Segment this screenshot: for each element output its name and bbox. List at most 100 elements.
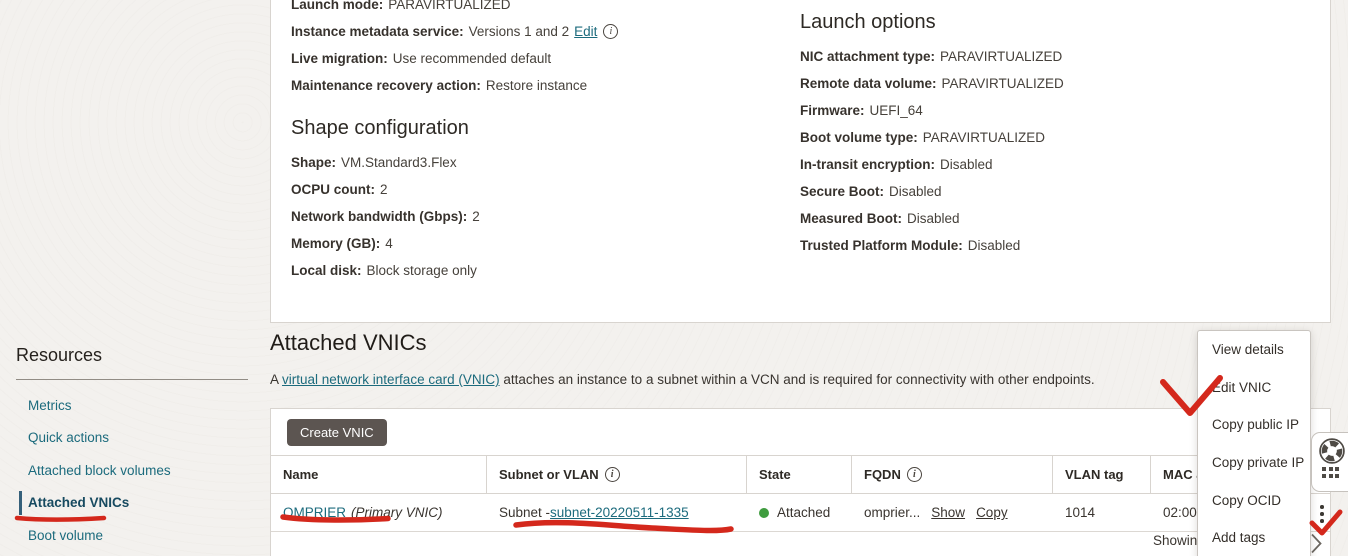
field-value: 4 bbox=[385, 236, 393, 251]
subnet-link[interactable]: subnet-20220511-1335 bbox=[550, 505, 689, 520]
info-icon[interactable] bbox=[907, 467, 922, 482]
vnics-description: A virtual network interface card (VNIC) … bbox=[270, 372, 1095, 387]
edit-metadata-link[interactable]: Edit bbox=[574, 24, 597, 39]
cell-vlan-tag: 1014 bbox=[1053, 505, 1151, 520]
sidebar-item-metrics[interactable]: Metrics bbox=[28, 389, 248, 422]
fqdn-text: omprier... bbox=[864, 505, 920, 520]
menu-item-copy-public-ip[interactable]: Copy public IP bbox=[1198, 406, 1310, 444]
primary-vnic-label: (Primary VNIC) bbox=[351, 505, 443, 520]
field-value: Use recommended default bbox=[393, 51, 551, 66]
field-label: OCPU count: bbox=[291, 182, 375, 197]
sidebar-item-label: Attached VNICs bbox=[28, 495, 129, 510]
create-vnic-button[interactable]: Create VNIC bbox=[287, 419, 387, 446]
field-label: Memory (GB): bbox=[291, 236, 380, 251]
menu-item-edit-vnic[interactable]: Edit VNIC bbox=[1198, 369, 1310, 407]
sidebar-item-quick-actions[interactable]: Quick actions bbox=[28, 422, 248, 455]
row-actions-kebab-icon[interactable] bbox=[1318, 503, 1326, 525]
info-icon[interactable] bbox=[605, 467, 620, 482]
vnic-doc-link[interactable]: virtual network interface card (VNIC) bbox=[282, 372, 500, 387]
field-label: Network bandwidth (Gbps): bbox=[291, 209, 467, 224]
show-fqdn-link[interactable]: Show bbox=[931, 505, 965, 520]
column-label: Subnet or VLAN bbox=[499, 467, 599, 482]
field-memory: Memory (GB): 4 bbox=[291, 230, 480, 257]
table-row: OMPRIER (Primary VNIC) Subnet - subnet-2… bbox=[271, 494, 1330, 532]
menu-item-view-details[interactable]: View details bbox=[1198, 331, 1310, 369]
field-label: Shape: bbox=[291, 155, 336, 170]
launch-options-list: NIC attachment type: PARAVIRTUALIZED Rem… bbox=[800, 43, 1064, 259]
vnic-name-link[interactable]: OMPRIER bbox=[283, 505, 346, 520]
sidebar-divider bbox=[16, 379, 248, 380]
instance-details-card: Launch mode: PARAVIRTUALIZED Instance me… bbox=[270, 0, 1331, 323]
field-maintenance-recovery: Maintenance recovery action: Restore ins… bbox=[291, 72, 618, 99]
menu-item-label: View details bbox=[1212, 342, 1284, 357]
field-network-bandwidth: Network bandwidth (Gbps): 2 bbox=[291, 203, 480, 230]
field-label: In-transit encryption: bbox=[800, 157, 935, 172]
chevron-right-icon[interactable] bbox=[1310, 533, 1323, 554]
launch-options-heading: Launch options bbox=[800, 11, 936, 34]
field-label: Live migration: bbox=[291, 51, 388, 66]
field-local-disk: Local disk: Block storage only bbox=[291, 257, 480, 284]
field-label: Secure Boot: bbox=[800, 184, 884, 199]
field-label: NIC attachment type: bbox=[800, 49, 935, 64]
subnet-prefix: Subnet - bbox=[499, 505, 550, 520]
menu-item-copy-ocid[interactable]: Copy OCID bbox=[1198, 481, 1310, 519]
oci-instance-page: Launch mode: PARAVIRTUALIZED Instance me… bbox=[0, 0, 1348, 556]
field-label: Trusted Platform Module: bbox=[800, 238, 963, 253]
field-value: PARAVIRTUALIZED bbox=[940, 49, 1062, 64]
field-secure-boot: Secure Boot: Disabled bbox=[800, 178, 1064, 205]
status-text: Attached bbox=[777, 505, 830, 520]
table-toolbar: Create VNIC bbox=[271, 409, 1330, 455]
field-value: UEFI_64 bbox=[870, 103, 923, 118]
sidebar-nav: Metrics Quick actions Attached block vol… bbox=[16, 389, 248, 552]
field-value: Disabled bbox=[940, 157, 993, 172]
menu-item-label: Edit VNIC bbox=[1212, 380, 1271, 395]
life-buoy-icon[interactable] bbox=[1319, 438, 1345, 464]
vlan-tag-value: 1014 bbox=[1065, 505, 1095, 520]
menu-item-label: Copy OCID bbox=[1212, 493, 1281, 508]
field-trusted-platform-module: Trusted Platform Module: Disabled bbox=[800, 232, 1064, 259]
menu-item-add-tags[interactable]: Add tags bbox=[1198, 519, 1310, 556]
menu-item-label: Copy private IP bbox=[1212, 455, 1304, 470]
field-label: Boot volume type: bbox=[800, 130, 918, 145]
mac-address-value: 02:00: bbox=[1163, 505, 1201, 520]
column-header-name: Name bbox=[271, 456, 487, 493]
field-instance-metadata-service: Instance metadata service: Versions 1 an… bbox=[291, 18, 618, 45]
field-boot-volume-type: Boot volume type: PARAVIRTUALIZED bbox=[800, 124, 1064, 151]
menu-item-label: Add tags bbox=[1212, 530, 1265, 545]
copy-fqdn-link[interactable]: Copy bbox=[976, 505, 1008, 520]
status-dot-icon bbox=[759, 508, 769, 518]
sidebar-item-attached-vnics[interactable]: Attached VNICs bbox=[28, 487, 248, 520]
menu-item-label: Copy public IP bbox=[1212, 417, 1299, 432]
field-label: Measured Boot: bbox=[800, 211, 902, 226]
field-value: Disabled bbox=[889, 184, 942, 199]
field-remote-data-volume: Remote data volume: PARAVIRTUALIZED bbox=[800, 70, 1064, 97]
vnics-table-card: Create VNIC Name Subnet or VLAN State FQ… bbox=[270, 408, 1331, 556]
field-label: Maintenance recovery action: bbox=[291, 78, 481, 93]
general-info-list: Launch mode: PARAVIRTUALIZED Instance me… bbox=[291, 0, 618, 99]
field-value: VM.Standard3.Flex bbox=[341, 155, 457, 170]
field-value: 2 bbox=[380, 182, 388, 197]
help-widget bbox=[1311, 432, 1348, 492]
field-value: Versions 1 and 2 bbox=[469, 24, 570, 39]
field-value: Disabled bbox=[907, 211, 960, 226]
field-label: Local disk: bbox=[291, 263, 362, 278]
field-launch-mode: Launch mode: PARAVIRTUALIZED bbox=[291, 0, 618, 18]
field-value: Block storage only bbox=[367, 263, 477, 278]
field-value: PARAVIRTUALIZED bbox=[923, 130, 1045, 145]
sidebar-item-label: Boot volume bbox=[28, 528, 103, 543]
sidebar-item-boot-volume[interactable]: Boot volume bbox=[28, 519, 248, 552]
info-icon[interactable] bbox=[603, 24, 618, 39]
column-label: State bbox=[759, 467, 791, 482]
field-label: Instance metadata service: bbox=[291, 24, 464, 39]
column-header-vlan-tag: VLAN tag bbox=[1053, 456, 1151, 493]
apps-grid-icon[interactable] bbox=[1322, 467, 1339, 478]
sidebar-item-attached-block-volumes[interactable]: Attached block volumes bbox=[28, 454, 248, 487]
field-in-transit-encryption: In-transit encryption: Disabled bbox=[800, 151, 1064, 178]
menu-item-copy-private-ip[interactable]: Copy private IP bbox=[1198, 444, 1310, 482]
cell-name: OMPRIER (Primary VNIC) bbox=[271, 505, 487, 520]
cell-fqdn: omprier... Show Copy bbox=[852, 505, 1053, 520]
column-header-state: State bbox=[747, 456, 852, 493]
column-label: FQDN bbox=[864, 467, 901, 482]
sidebar-item-label: Attached block volumes bbox=[28, 463, 171, 478]
table-footer-showing-text: Showin bbox=[1153, 533, 1197, 548]
